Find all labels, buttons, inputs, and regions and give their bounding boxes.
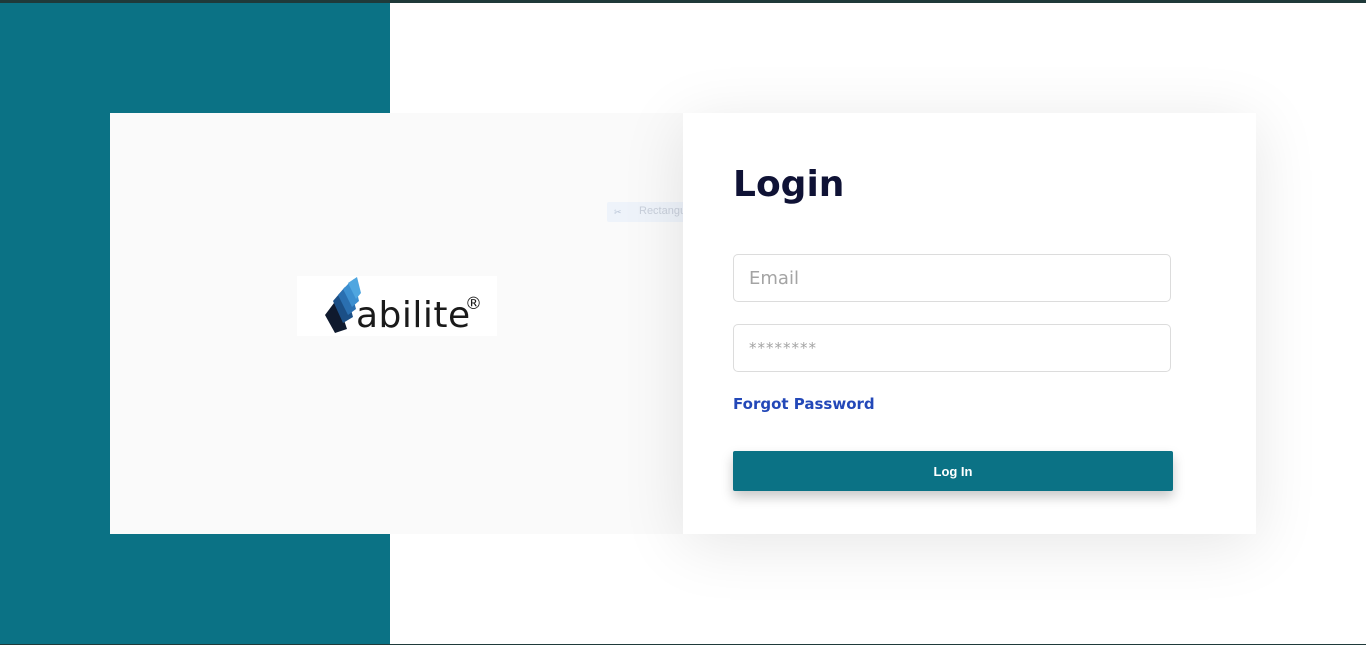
page-title: Login: [733, 164, 845, 205]
scissors-icon: ✂: [614, 207, 622, 217]
password-field[interactable]: [733, 324, 1171, 372]
login-card: Login Forgot Password Log In: [683, 113, 1256, 534]
abilite-logo: abilite ®: [297, 276, 497, 336]
login-page: abilite ® ✂ Rectangular Snip Login Forgo…: [0, 0, 1366, 645]
logo-text: abilite: [356, 295, 471, 336]
registered-mark: ®: [465, 294, 482, 314]
forgot-password-link[interactable]: Forgot Password: [733, 395, 875, 413]
login-button[interactable]: Log In: [733, 451, 1173, 491]
email-field[interactable]: [733, 254, 1171, 302]
